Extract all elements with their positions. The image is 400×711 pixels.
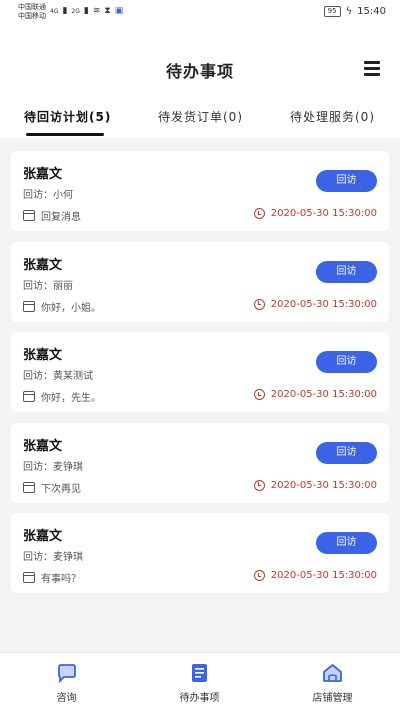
charging-icon: ϟ xyxy=(345,6,353,17)
calendar-icon xyxy=(23,391,35,402)
carrier-info: 中国联通 中国移动 xyxy=(18,3,46,21)
network-icons: 4G ▮ 2G ▮ ≋ ⧗ ▣ xyxy=(50,6,123,16)
clock-icon xyxy=(253,389,265,400)
status-right: 95 ϟ 15:40 xyxy=(323,6,386,17)
time-text: 2020-05-30 15:30:00 xyxy=(270,389,377,400)
visit-time: 2020-05-30 15:30:00 xyxy=(253,570,377,581)
status-bar: 中国联通 中国移动 4G ▮ 2G ▮ ≋ ⧗ ▣ 95 ϟ 15:40 xyxy=(0,0,400,26)
menu-icon-line xyxy=(364,67,380,70)
bottom-nav-label: 咨询 xyxy=(56,693,77,704)
revisit-button[interactable]: 回访 xyxy=(316,351,377,373)
message-text: 有事吗？ xyxy=(41,574,81,585)
revisit-button[interactable]: 回访 xyxy=(316,532,377,554)
bottom-nav: 咨询 待办事项 店铺管理 xyxy=(0,652,400,711)
time-text: 2020-05-30 15:30:00 xyxy=(270,298,377,310)
calendar-icon xyxy=(23,300,35,312)
carrier-name-1: 中国联通 xyxy=(18,3,46,11)
bottom-nav-label: 待办事项 xyxy=(179,693,220,704)
clock-time: 15:40 xyxy=(357,6,386,17)
active-tab-indicator xyxy=(26,133,104,136)
time-text: 2020-05-30 15:30:00 xyxy=(270,208,377,219)
message-text: 下次再见 xyxy=(41,483,81,495)
visit-assignee: 回访：丽丽 xyxy=(23,280,73,292)
menu-icon-line xyxy=(364,61,380,64)
message-text: 你好，先生。 xyxy=(41,393,101,404)
header: 待办事项 xyxy=(0,26,400,100)
signal-icon: ▮ xyxy=(83,6,89,16)
visit-assignee: 回访：麦铮琪 xyxy=(23,461,83,473)
battery-icon: 95 xyxy=(323,6,341,17)
menu-icon-line xyxy=(364,73,380,76)
clock-icon xyxy=(253,479,265,491)
carrier-name-2: 中国移动 xyxy=(18,12,46,20)
visit-assignee: 回访：小何 xyxy=(23,190,73,201)
page-title: 待办事项 xyxy=(165,62,234,81)
visit-message: 你好，先生。 xyxy=(23,389,101,404)
time-text: 2020-05-30 15:30:00 xyxy=(270,570,377,581)
app-notification-icon: ▣ xyxy=(114,6,124,16)
visit-message: 你好，小姐。 xyxy=(23,299,101,314)
calendar-icon xyxy=(23,572,35,583)
hourglass-icon: ⧗ xyxy=(104,6,111,16)
visit-time: 2020-05-30 15:30:00 xyxy=(253,298,377,310)
visit-card: 张嘉文 回访：黄某测试 你好，先生。 回访 2020-05-30 15:30:0… xyxy=(11,332,389,412)
customer-name: 张嘉文 xyxy=(23,438,63,454)
document-list-icon xyxy=(192,664,207,682)
visit-message: 回复消息 xyxy=(23,208,81,223)
visit-time: 2020-05-30 15:30:00 xyxy=(253,208,377,219)
chat-bubble-icon xyxy=(58,664,76,683)
time-text: 2020-05-30 15:30:00 xyxy=(270,479,377,491)
revisit-button[interactable]: 回访 xyxy=(316,441,377,464)
visit-card: 张嘉文 回访：丽丽 你好，小姐。 回访 2020-05-30 15:30:00 xyxy=(11,241,389,322)
visit-message: 有事吗？ xyxy=(23,570,81,585)
calendar-icon xyxy=(23,210,35,221)
bottom-nav-consult[interactable]: 咨询 xyxy=(0,653,133,711)
customer-name: 张嘉文 xyxy=(23,257,63,273)
wifi-icon: ≋ xyxy=(92,6,101,16)
tab-pending-shipments[interactable]: 待发货订单(0) xyxy=(158,108,243,125)
menu-button[interactable] xyxy=(364,61,380,76)
visit-time: 2020-05-30 15:30:00 xyxy=(253,389,377,400)
visit-time: 2020-05-30 15:30:00 xyxy=(253,479,377,491)
visit-assignee: 回访：黄某测试 xyxy=(23,371,93,382)
clock-icon xyxy=(253,570,265,581)
clock-icon xyxy=(253,298,265,310)
revisit-button[interactable]: 回访 xyxy=(316,260,377,283)
bottom-nav-store[interactable]: 店铺管理 xyxy=(266,653,399,711)
customer-name: 张嘉文 xyxy=(23,167,63,182)
tab-pending-visits[interactable]: 待回访计划(5) xyxy=(24,108,111,125)
customer-name: 张嘉文 xyxy=(23,529,63,544)
tab-bar: 待回访计划(5) 待发货订单(0) 待处理服务(0) xyxy=(0,100,400,138)
message-text: 回复消息 xyxy=(41,212,81,223)
visit-assignee: 回访：麦铮琪 xyxy=(23,552,83,563)
customer-name: 张嘉文 xyxy=(23,348,63,363)
revisit-button[interactable]: 回访 xyxy=(316,170,377,192)
signal-icon: ▮ xyxy=(62,6,68,16)
visit-list: 张嘉文 回访：小何 回复消息 回访 2020-05-30 15:30:00 张嘉… xyxy=(11,151,389,604)
store-house-icon xyxy=(323,664,342,682)
visit-card: 张嘉文 回访：麦铮琪 有事吗？ 回访 2020-05-30 15:30:00 xyxy=(11,513,389,593)
network-type-1: 4G xyxy=(50,7,59,15)
visit-card: 张嘉文 回访：小何 回复消息 回访 2020-05-30 15:30:00 xyxy=(11,151,389,231)
visit-message: 下次再见 xyxy=(23,480,81,495)
bottom-nav-label: 店铺管理 xyxy=(312,693,353,704)
bottom-nav-todo[interactable]: 待办事项 xyxy=(133,653,266,711)
visit-card: 张嘉文 回访：麦铮琪 下次再见 回访 2020-05-30 15:30:00 xyxy=(11,422,389,503)
tab-pending-services[interactable]: 待处理服务(0) xyxy=(290,108,375,125)
message-text: 你好，小姐。 xyxy=(41,302,101,314)
clock-icon xyxy=(253,208,265,219)
calendar-icon xyxy=(23,481,35,493)
network-type-2: 2G xyxy=(71,7,80,15)
